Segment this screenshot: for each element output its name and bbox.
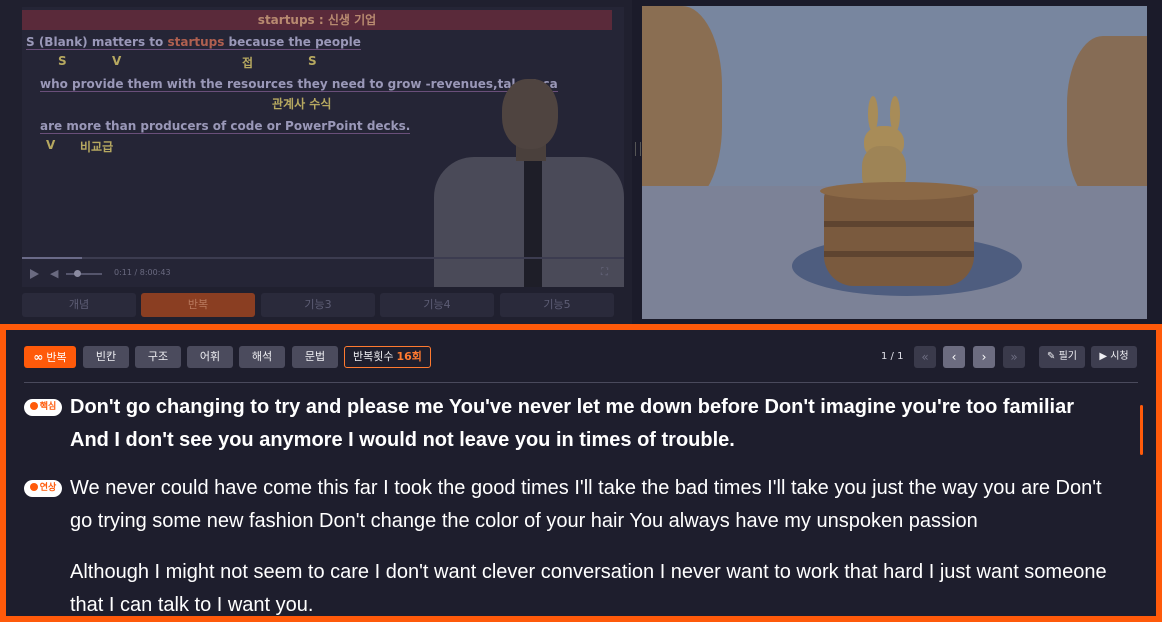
page-indicator: 1 / 1 [881, 351, 904, 362]
play-icon[interactable] [30, 269, 39, 279]
mode-blank-button[interactable]: 빈칸 [83, 346, 129, 368]
mark-conj: 접 [242, 56, 254, 70]
mark-relative: 관계사 수식 [272, 97, 332, 111]
cartoon-video[interactable] [642, 6, 1147, 319]
association-badge: 연상 [24, 480, 62, 497]
play-circle-icon: ▶ [1099, 351, 1108, 362]
tab-function3[interactable]: 기능3 [261, 293, 375, 317]
mode-vocabulary-button[interactable]: 어휘 [187, 346, 233, 368]
lecture-tabs: 개념 반복 기능3 기능4 기능5 [22, 293, 614, 317]
volume-icon[interactable]: ◀ [50, 267, 58, 280]
first-page-button[interactable]: « [914, 346, 936, 368]
board-line-1-suffix: because the people [224, 35, 361, 50]
lecture-video-panel: startups : 신생 기업 S (Blank) matters to st… [0, 0, 632, 324]
star-icon [29, 483, 38, 491]
core-badge: 핵심 [24, 399, 62, 416]
mode-structure-button[interactable]: 구조 [135, 346, 181, 368]
time-readout: 0:11 / 8:00:43 [114, 268, 171, 277]
mode-translation-button[interactable]: 해석 [239, 346, 285, 368]
progress-bar[interactable] [22, 257, 624, 259]
mark-s2: S [308, 54, 317, 68]
presenter-image [424, 77, 624, 287]
tab-function4[interactable]: 기능4 [380, 293, 494, 317]
scroll-indicator[interactable] [1140, 405, 1143, 455]
player-controls: ◀ 0:11 / 8:00:43 ⛶ [22, 257, 624, 287]
pencil-icon: ✎ [1047, 351, 1056, 362]
board-line-1-highlight: startups [167, 35, 225, 50]
tab-concept[interactable]: 개념 [22, 293, 136, 317]
fullscreen-icon[interactable]: ⛶ [601, 267, 608, 278]
study-panel: ∞ 반복 빈칸 구조 어휘 해석 문법 반복횟수 16회 1 / 1 « ‹ › »… [0, 324, 1162, 622]
panel-resize-handle[interactable] [632, 0, 642, 324]
volume-slider[interactable] [66, 270, 102, 277]
tab-repeat[interactable]: 반복 [141, 293, 255, 317]
board-line-3: are more than producers of code or Power… [40, 119, 411, 134]
last-page-button[interactable]: » [1003, 346, 1025, 368]
infinity-icon: ∞ [33, 350, 44, 364]
repeat-count-badge: 반복횟수 16회 [344, 346, 431, 368]
mark-v2: V [46, 138, 56, 152]
mark-comparative: 비교급 [80, 140, 114, 154]
board-line-1-prefix: S (Blank) matters to [26, 35, 168, 50]
prev-page-button[interactable]: ‹ [943, 346, 965, 368]
tab-function5[interactable]: 기능5 [500, 293, 614, 317]
toolbar: ∞ 반복 빈칸 구조 어휘 해석 문법 반복횟수 16회 1 / 1 « ‹ › »… [24, 342, 1140, 370]
sentence-text: Don't go changing to try and please me Y… [70, 396, 1075, 451]
mark-v1: V [112, 54, 122, 68]
mark-s1: S [58, 54, 67, 68]
board-line-1: S (Blank) matters to startups because th… [26, 35, 361, 50]
sentence-text: Although I might not seem to care I don'… [70, 561, 1107, 616]
mode-repeat-button[interactable]: ∞ 반복 [24, 346, 76, 368]
lecture-video[interactable]: startups : 신생 기업 S (Blank) matters to st… [22, 7, 624, 287]
mode-grammar-button[interactable]: 문법 [292, 346, 338, 368]
sentence-text: We never could have come this far I took… [70, 477, 1102, 532]
watch-button[interactable]: ▶ 시청 [1091, 346, 1137, 368]
divider [24, 382, 1138, 383]
note-button[interactable]: ✎ 필기 [1039, 346, 1085, 368]
star-icon [29, 402, 38, 410]
next-page-button[interactable]: › [973, 346, 995, 368]
board-title: startups : 신생 기업 [22, 10, 612, 30]
